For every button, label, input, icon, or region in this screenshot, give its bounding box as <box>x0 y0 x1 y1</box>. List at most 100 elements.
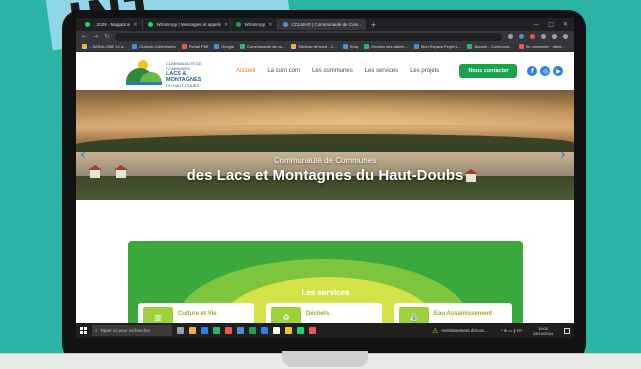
nav-item-la-com-com[interactable]: La com com <box>267 68 300 74</box>
bookmark-icon <box>518 44 524 49</box>
whatsapp-favicon-icon <box>236 22 242 27</box>
tab-title: ...2026 - Magazine <box>93 22 131 27</box>
bookmark-label: Se connecter · ident... <box>525 44 565 49</box>
taskbar-clock[interactable]: 10:00 28/10/2024 <box>533 326 553 336</box>
bookmark-label: Mon Espace Projet L... <box>420 44 462 49</box>
bookmark-icon <box>82 44 87 49</box>
browser-tab[interactable]: WhatsApp | Messages et appels ✕ <box>143 19 232 30</box>
logo-line: COMMUNAUTÉ DE COMMUNES <box>166 61 202 71</box>
close-tab-icon[interactable]: ✕ <box>365 22 366 28</box>
instagram-icon[interactable]: ◎ <box>540 66 551 76</box>
slider-next-arrow-icon[interactable]: › <box>560 148 568 162</box>
forward-icon[interactable]: → <box>93 33 98 40</box>
bookmark-label: Google <box>221 44 235 49</box>
tray-text: ^ ⊕ ▭ 𝄞 FR <box>500 328 522 333</box>
services-section: Les services ▥ Culture et Vie ♻ Déchets … <box>128 241 523 327</box>
browser-tab[interactable]: ...2026 - Magazine ✕ <box>80 19 144 30</box>
edge-icon[interactable] <box>261 327 268 334</box>
browser-tab-strip: ...2026 - Magazine ✕ WhatsApp | Messages… <box>76 18 574 31</box>
bookmark-item[interactable]: Se connecter · ident... <box>518 44 565 49</box>
reload-icon[interactable]: ↻ <box>104 33 109 40</box>
mail-icon[interactable] <box>201 327 208 334</box>
share-icon[interactable] <box>508 34 513 39</box>
app-icon[interactable] <box>213 327 220 334</box>
bookmark-star-icon[interactable] <box>519 34 524 39</box>
service-label: Eau Assainissement <box>434 311 493 317</box>
bookmark-label: Accueil - Communa... <box>474 44 513 49</box>
bookmark-item[interactable]: Communauté de co... <box>240 44 285 49</box>
url-field[interactable] <box>115 32 502 41</box>
browser-tab-active[interactable]: CCLMHD | Communauté de Com... ✕ <box>278 19 367 30</box>
nav-item-les-communes[interactable]: Les communes <box>312 68 353 74</box>
nav-item-accueil[interactable]: Accueil <box>236 68 255 74</box>
hero-subtitle: Communauté de Communes <box>273 156 377 165</box>
bookmark-item[interactable]: Accueil - Communa... <box>467 44 513 49</box>
logo-water-icon <box>126 82 162 85</box>
task-view-icon[interactable] <box>177 327 184 334</box>
puzzle-icon[interactable] <box>541 34 546 39</box>
bookmark-item[interactable]: Gestion des admin... <box>364 44 408 49</box>
nav-item-les-projets[interactable]: Les projets <box>410 68 439 74</box>
hero-sky <box>76 90 574 125</box>
browser-tab[interactable]: WhatsApp ✕ <box>231 19 279 30</box>
close-tab-icon[interactable]: ✕ <box>133 22 137 28</box>
bookmark-label: Communauté de co... <box>247 44 286 49</box>
back-icon[interactable]: ← <box>82 33 87 40</box>
file-explorer-icon[interactable] <box>189 327 196 334</box>
hero-forest <box>76 134 574 154</box>
bookmark-label: Gestion des admin... <box>371 44 408 49</box>
site-favicon-icon <box>283 22 289 27</box>
facebook-icon[interactable]: f <box>527 66 538 76</box>
warning-icon: ⚠ <box>431 326 439 335</box>
extension-icon[interactable] <box>530 34 535 39</box>
notification-icon[interactable] <box>564 327 570 334</box>
bookmark-icon <box>240 44 246 49</box>
minimize-button[interactable]: — <box>533 21 539 28</box>
bookmark-item[interactable]: Tableau de bord - C... <box>291 44 337 49</box>
magazine-favicon-icon <box>85 22 90 27</box>
bookmark-icon <box>181 44 187 49</box>
slider-prev-arrow-icon[interactable]: ‹ <box>80 148 88 162</box>
bookmark-icon <box>364 44 370 49</box>
excel-icon[interactable] <box>249 327 256 334</box>
whatsapp-icon[interactable] <box>297 327 304 334</box>
bookmark-item[interactable]: Mon Espace Projet L... <box>413 44 462 49</box>
bookmark-item[interactable]: Portail PMI <box>181 44 208 49</box>
bookmark-item[interactable]: Google <box>214 44 234 49</box>
bookmark-icon <box>413 44 419 49</box>
notepad-icon[interactable] <box>273 327 280 334</box>
site-logo[interactable]: COMMUNAUTÉ DE COMMUNES LACS & MONTAGNES … <box>126 56 202 88</box>
folder-icon[interactable] <box>285 327 292 334</box>
bookmark-item[interactable]: Kroq <box>342 44 358 49</box>
tab-title: CCLMHD | Communauté de Com... <box>291 22 363 27</box>
google-icon <box>214 44 220 49</box>
close-tab-icon[interactable]: ✕ <box>224 22 228 28</box>
taskbar-search-input[interactable]: ⌕ Taper ici pour rechercher <box>92 325 172 336</box>
new-tab-button[interactable]: + <box>370 21 376 29</box>
word-icon[interactable] <box>237 327 244 334</box>
windows-start-icon[interactable] <box>80 327 87 334</box>
search-icon: ⌕ <box>95 328 98 333</box>
bookmark-icon <box>342 44 348 49</box>
nav-item-les-services[interactable]: Les services <box>365 68 398 74</box>
bookmark-item[interactable]: Outlook Collectivités <box>132 44 176 49</box>
app-icon[interactable] <box>309 327 316 334</box>
maximize-button[interactable]: □ <box>548 21 554 28</box>
chrome-icon[interactable] <box>225 327 232 334</box>
youtube-icon[interactable]: ▶ <box>553 66 564 76</box>
close-tab-icon[interactable]: ✕ <box>268 22 272 28</box>
site-header: COMMUNAUTÉ DE COMMUNES LACS & MONTAGNES … <box>76 52 574 90</box>
laptop-screen: ...2026 - Magazine ✕ WhatsApp | Messages… <box>76 18 574 338</box>
profile-avatar-icon[interactable] <box>552 34 557 39</box>
bookmark-label: ...SARALONE 12 a... <box>89 44 127 49</box>
menu-icon[interactable] <box>563 34 568 39</box>
hero-banner: Communauté de Communes des Lacs et Monta… <box>76 90 574 200</box>
whatsapp-favicon-icon <box>148 22 154 27</box>
logo-line: DU HAUT-DOUBS <box>166 83 200 88</box>
taskbar-warning[interactable]: ⚠ Avertissement d'écon... <box>432 327 488 335</box>
window-controls: — □ ✕ <box>533 21 574 28</box>
system-tray[interactable]: ^ ⊕ ▭ 𝄞 FR <box>501 328 522 333</box>
close-window-button[interactable]: ✕ <box>563 21 568 28</box>
contact-button[interactable]: Nous contacter <box>459 64 518 78</box>
bookmark-item[interactable]: ...SARALONE 12 a... <box>82 44 126 49</box>
